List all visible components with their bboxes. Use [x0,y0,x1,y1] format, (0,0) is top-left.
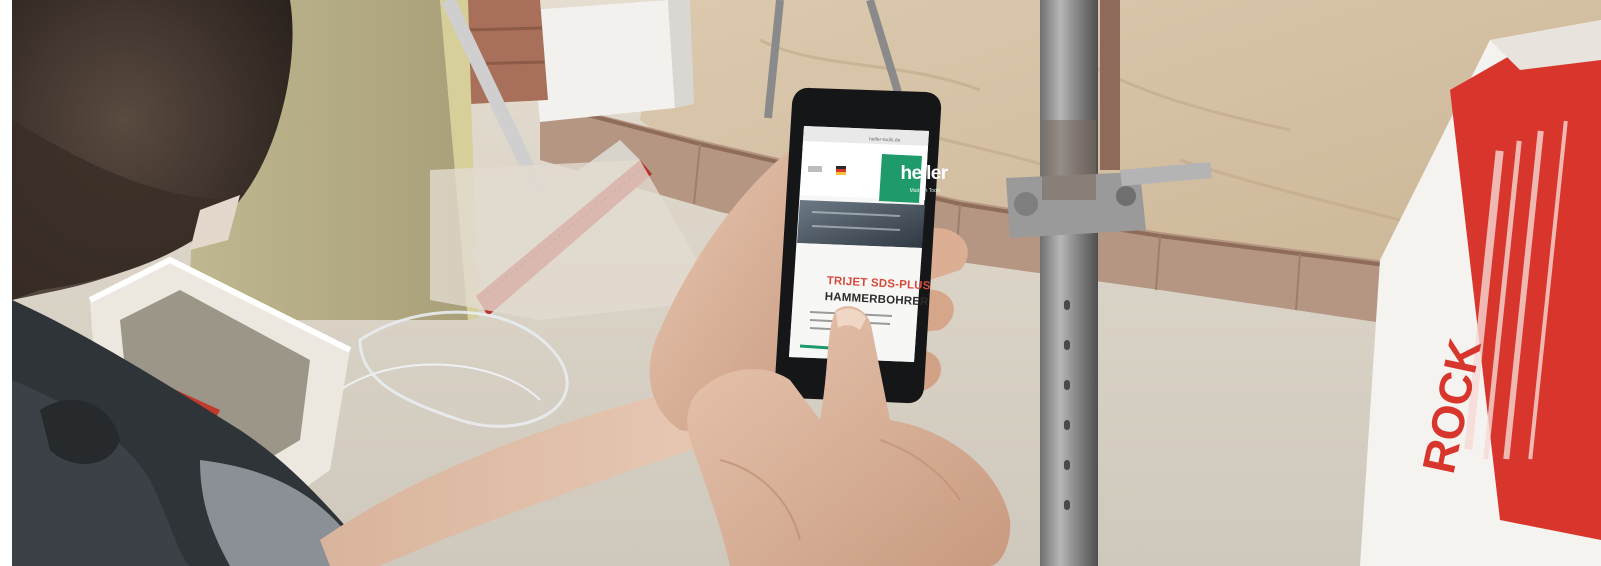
heller-tagline-text: Made in Tools [909,188,941,194]
construction-site-photo: ROCK heller-tools.de heller Made in Tool… [12,0,1601,566]
photo-illustration: ROCK [12,0,1601,566]
photo-scene: ROCK heller-tools.de heller Made in Tool… [0,0,1601,566]
heller-logo-text: heller [900,163,948,184]
phone-url-text: heller-tools.de [868,136,901,144]
